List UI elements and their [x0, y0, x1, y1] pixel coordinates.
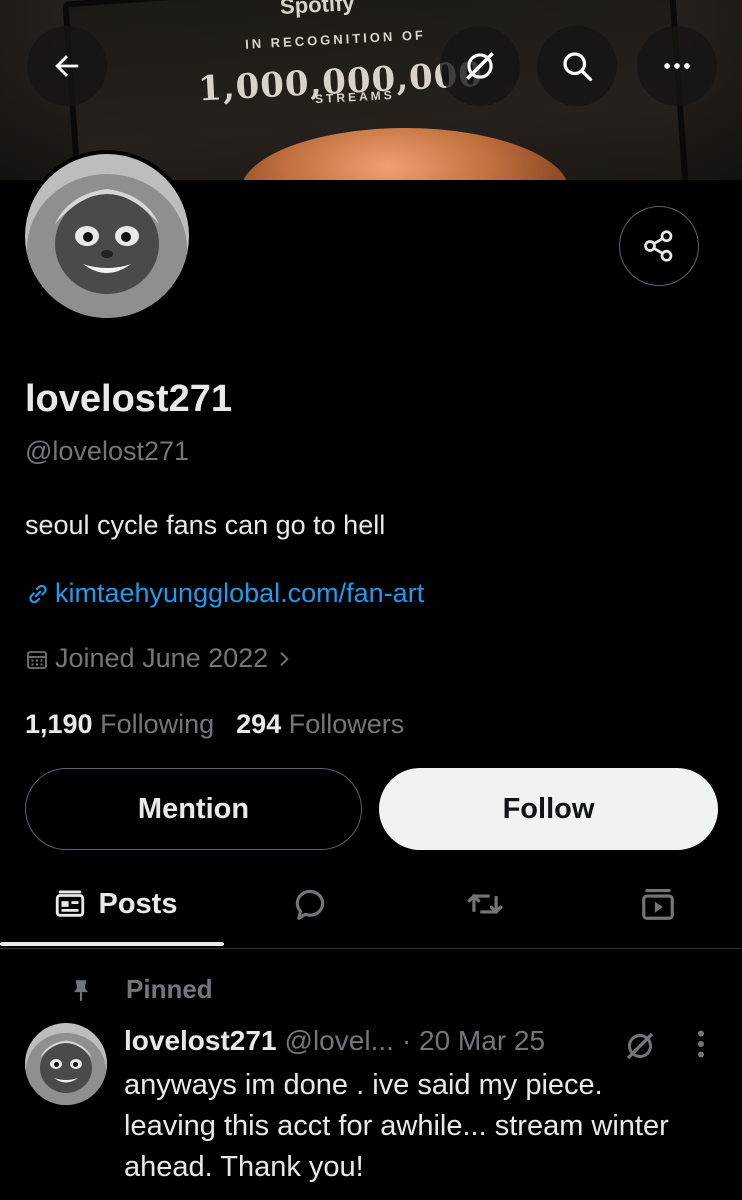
share-icon [644, 230, 673, 262]
followers-label: Followers [288, 709, 405, 739]
followers-stat[interactable]: 294 Followers [236, 709, 404, 740]
grok-button[interactable] [440, 26, 520, 106]
pinned-indicator: Pinned [68, 974, 213, 1005]
chevron-right-icon [280, 651, 289, 666]
follow-button[interactable]: Follow [379, 768, 718, 850]
tab-posts-label: Posts [98, 887, 178, 920]
active-tab-indicator [0, 942, 224, 946]
back-button[interactable] [27, 26, 107, 106]
profile-link[interactable]: kimtaehyungglobal.com/fan-art [25, 578, 424, 609]
pinned-label: Pinned [126, 974, 213, 1004]
replies-icon [295, 889, 325, 920]
more-options-button[interactable] [637, 26, 717, 106]
link-icon [29, 584, 47, 603]
post-grok-button[interactable] [622, 1028, 658, 1069]
joined-date[interactable]: Joined June 2022 [25, 643, 294, 674]
display-name: lovelost271 [25, 378, 232, 420]
joined-text: Joined June 2022 [55, 643, 269, 673]
profile-avatar[interactable] [21, 150, 193, 322]
avatar-image [25, 154, 189, 318]
followers-count: 294 [236, 709, 282, 739]
search-button[interactable] [537, 26, 617, 106]
pin-icon [73, 979, 89, 1001]
share-button[interactable] [619, 206, 699, 286]
post-author-name[interactable]: lovelost271 [124, 1025, 277, 1057]
calendar-icon [27, 650, 47, 669]
post-header: lovelost271 @lovel... · 20 Mar 25 [124, 1025, 545, 1057]
tab-media[interactable] [628, 860, 688, 948]
grok-icon [466, 52, 494, 80]
post-author-avatar[interactable] [25, 1023, 107, 1105]
following-label: Following [100, 709, 215, 739]
post-date[interactable]: · 20 Mar 25 [402, 1025, 545, 1057]
media-icon [642, 888, 674, 920]
more-vertical-icon [698, 1030, 704, 1058]
following-count: 1,190 [25, 709, 93, 739]
profile-link-text[interactable]: kimtaehyungglobal.com/fan-art [55, 578, 424, 609]
mention-button[interactable]: Mention [25, 768, 362, 850]
post-text: anyways im done . ive said my piece. lea… [124, 1069, 669, 1183]
more-icon [664, 63, 690, 69]
post-more-button[interactable] [690, 1026, 712, 1067]
back-arrow-icon [55, 55, 79, 77]
grok-icon [626, 1032, 654, 1060]
profile-bio: seoul cycle fans can go to hell [25, 510, 386, 540]
user-handle: @lovelost271 [25, 436, 190, 466]
reposts-icon [467, 893, 503, 915]
profile-tabs: Posts [0, 860, 742, 949]
search-icon [563, 52, 593, 82]
posts-icon [55, 890, 84, 917]
tab-posts[interactable]: Posts [40, 860, 190, 948]
post-author-handle[interactable]: @lovel... [285, 1025, 394, 1057]
tab-reposts[interactable] [455, 860, 515, 948]
tab-replies[interactable] [280, 860, 340, 948]
following-stat[interactable]: 1,190 Following [25, 709, 214, 740]
follow-stats: 1,190 Following 294 Followers [25, 709, 404, 740]
